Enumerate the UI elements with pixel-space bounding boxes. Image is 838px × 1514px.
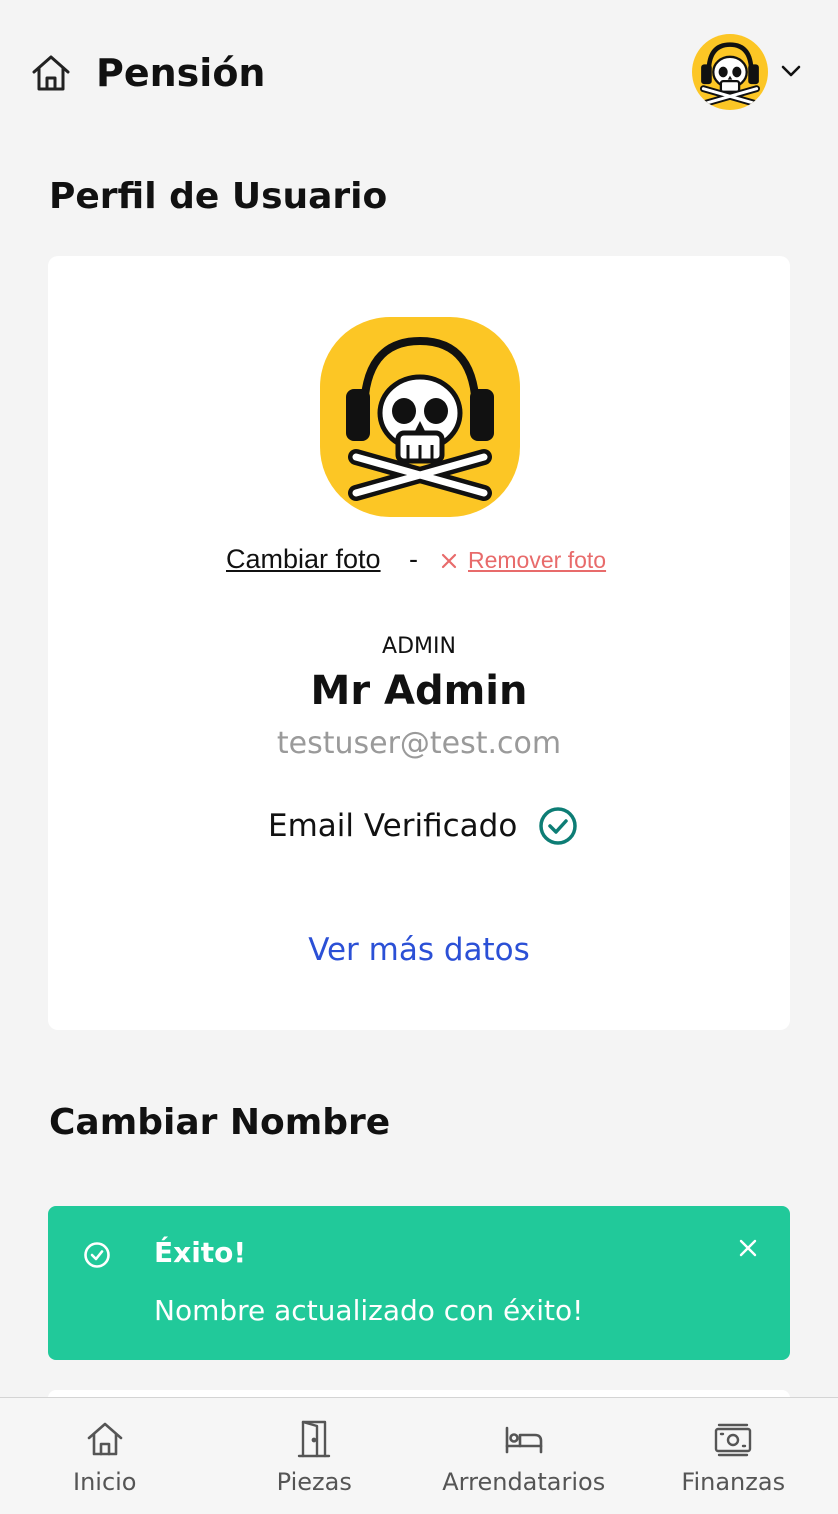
check-circle-icon	[84, 1242, 110, 1268]
nav-item-piezas[interactable]: Piezas	[210, 1398, 420, 1514]
nav-label: Inicio	[72, 1468, 137, 1496]
remove-photo-link[interactable]: Remover foto	[468, 547, 606, 574]
user-name: Mr Admin	[310, 668, 528, 714]
top-bar: Pensión	[0, 0, 838, 140]
bed-icon	[505, 1426, 543, 1454]
nav-label: Piezas	[276, 1468, 352, 1496]
profile-card: Cambiar foto - Remover foto ADMIN Mr Adm…	[48, 256, 790, 1030]
close-icon[interactable]	[736, 1236, 760, 1260]
close-icon[interactable]	[439, 551, 459, 571]
nav-item-arrendatarios[interactable]: Arrendatarios	[419, 1398, 629, 1514]
door-icon	[298, 1420, 331, 1458]
alert-title: Éxito!	[154, 1236, 247, 1269]
email-verified-label: Email Verificado	[268, 808, 518, 844]
user-avatar-button[interactable]	[692, 34, 768, 110]
nav-item-finanzas[interactable]: Finanzas	[629, 1398, 838, 1514]
money-icon	[715, 1423, 752, 1457]
home-icon	[87, 1422, 123, 1456]
change-photo-link[interactable]: Cambiar foto	[226, 544, 381, 575]
email-verified-status: Email Verificado	[268, 804, 579, 848]
user-role: ADMIN	[382, 634, 456, 659]
chevron-down-icon[interactable]	[778, 58, 804, 84]
app-title: Pensión	[96, 51, 266, 95]
profile-photo	[320, 317, 520, 517]
home-icon[interactable]	[28, 50, 74, 96]
alert-message: Nombre actualizado con éxito!	[154, 1294, 584, 1327]
separator: -	[409, 544, 418, 574]
user-email: testuser@test.com	[276, 726, 562, 761]
success-alert: Éxito! Nombre actualizado con éxito!	[48, 1206, 790, 1360]
profile-section-title: Perfil de Usuario	[49, 176, 388, 217]
change-name-section-title: Cambiar Nombre	[49, 1102, 391, 1143]
nav-item-inicio[interactable]: Inicio	[0, 1398, 210, 1514]
check-circle-icon	[539, 807, 578, 845]
photo-actions: Cambiar foto - Remover foto	[48, 540, 790, 584]
nav-label: Finanzas	[681, 1468, 786, 1496]
more-data-link[interactable]: Ver más datos	[48, 932, 790, 968]
bottom-nav: Inicio Piezas Arrendatarios Finanzas	[0, 1397, 838, 1514]
nav-label: Arrendatarios	[442, 1468, 606, 1496]
